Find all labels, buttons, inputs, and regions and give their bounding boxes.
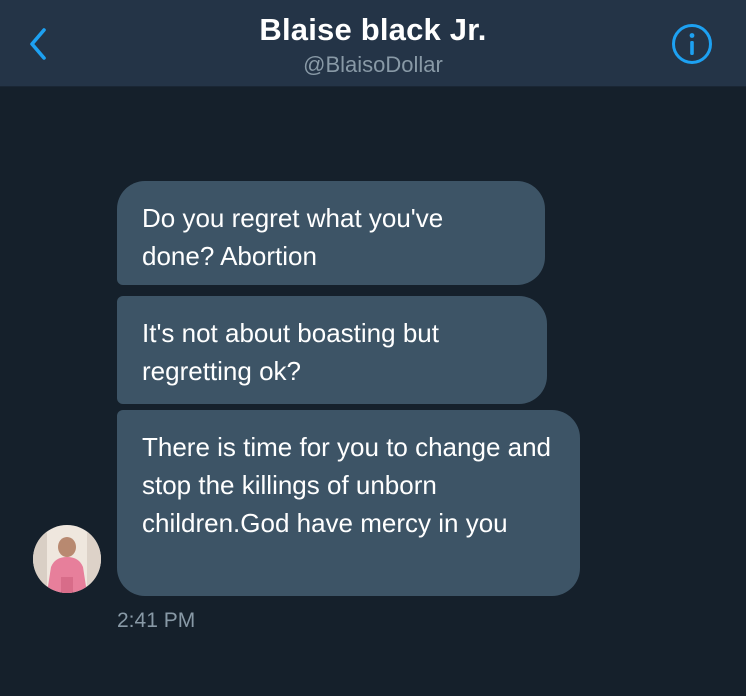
info-icon [672,24,712,64]
message-bubble[interactable]: It's not about boasting but regretting o… [117,296,547,404]
contact-handle: @BlaisoDollar [303,52,443,77]
avatar[interactable] [33,525,101,593]
message-timestamp: 2:41 PM [117,609,196,632]
message-bubble[interactable]: Do you regret what you've done? Abortion [117,181,545,285]
message-bubble[interactable]: There is time for you to change and stop… [117,410,580,596]
message-thread[interactable]: Do you regret what you've done? Abortion… [0,87,746,696]
contact-name: Blaise black Jr. [259,12,487,47]
avatar-image [33,525,101,593]
conversation-header: Blaise black Jr. @BlaisoDollar [0,0,746,87]
info-button[interactable] [670,22,714,66]
